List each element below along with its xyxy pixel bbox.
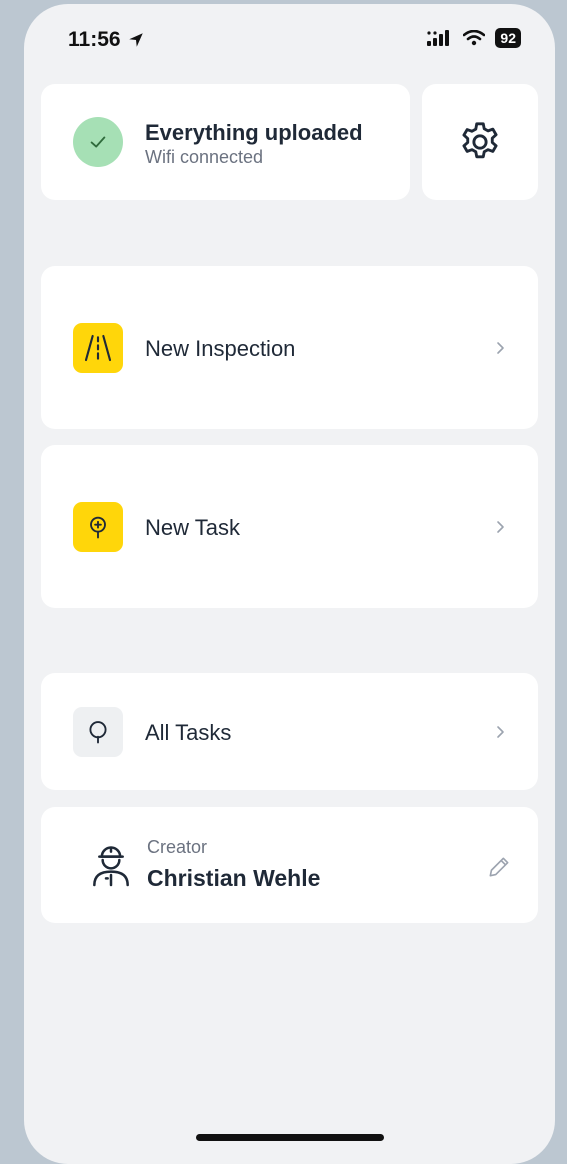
new-inspection-label: New Inspection (145, 336, 296, 361)
creator-card[interactable]: Creator Christian Wehle (41, 807, 538, 923)
new-task-icon-box (73, 502, 123, 552)
sync-subtitle: Wifi connected (145, 147, 264, 167)
new-task-label: New Task (145, 515, 240, 540)
home-indicator (196, 1134, 384, 1141)
all-tasks-label: All Tasks (145, 720, 232, 745)
gear-icon (462, 122, 498, 159)
road-icon (84, 334, 112, 362)
chevron-right-icon (497, 726, 504, 738)
settings-button[interactable] (422, 84, 538, 200)
sync-status-badge (73, 117, 123, 167)
chevron-right-icon (497, 342, 504, 354)
location-arrow-icon (128, 33, 143, 47)
status-bar: 11:56 92 (24, 4, 555, 64)
sync-status-card[interactable]: Everything uploaded Wifi connected (41, 84, 410, 200)
check-icon (90, 136, 106, 148)
new-inspection-icon-box (73, 323, 123, 373)
pencil-icon[interactable] (486, 854, 512, 880)
chevron-right-icon (497, 521, 504, 533)
app-screen: 11:56 92 Everything uploaded Wifi connec… (24, 4, 555, 1164)
signal-icon (427, 30, 450, 46)
worker-icon (93, 846, 129, 887)
wifi-icon (463, 30, 486, 46)
pin-icon (89, 721, 107, 744)
creator-label: Creator (147, 837, 208, 857)
pin-plus-icon (90, 516, 106, 539)
clock-text: 11:56 (68, 28, 121, 51)
all-tasks-icon-box (73, 707, 123, 757)
all-tasks-button[interactable]: All Tasks (41, 673, 538, 790)
status-time: 11:56 (68, 28, 145, 52)
new-task-button[interactable]: New Task (41, 445, 538, 608)
battery-icon: 92 (495, 28, 521, 48)
sync-title: Everything uploaded (145, 120, 363, 145)
status-indicators: 92 (427, 28, 521, 48)
creator-name: Christian Wehle (147, 865, 321, 891)
new-inspection-button[interactable]: New Inspection (41, 266, 538, 429)
